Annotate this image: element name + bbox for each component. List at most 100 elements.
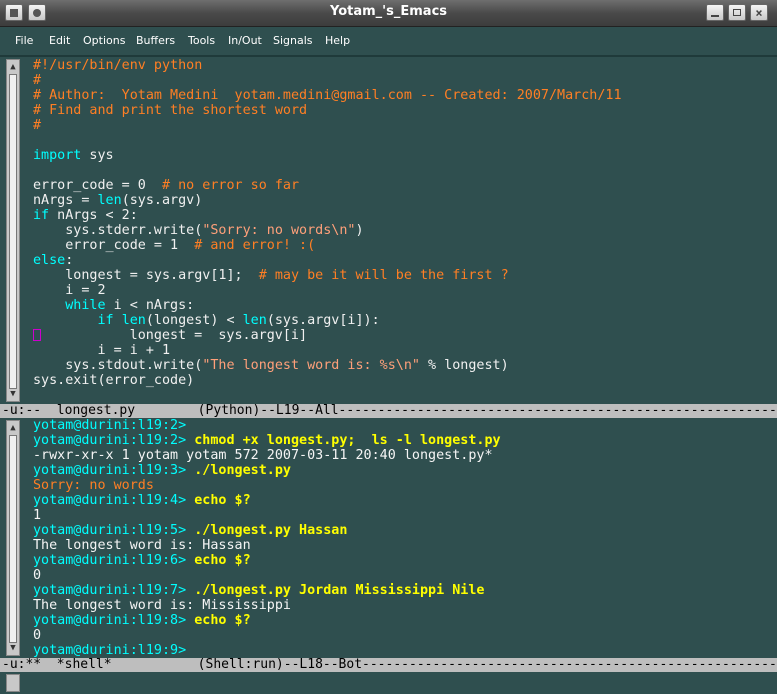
text-segment: sys.stderr.write( xyxy=(33,223,203,238)
text-segment: "Sorry: no words\n" xyxy=(202,223,356,238)
text-segment: chmod +x longest.py; ls -l longest.py xyxy=(186,433,501,448)
text-segment: The longest word is: Mississippi xyxy=(33,598,291,613)
shell-line: 1 xyxy=(33,508,501,523)
maximize-icon xyxy=(733,9,741,16)
shell-line: yotam@durini:l19:3> ./longest.py xyxy=(33,463,501,478)
scroll-up-icon[interactable]: ▲ xyxy=(8,423,18,433)
text-segment xyxy=(33,298,65,313)
code-line: i = 2 xyxy=(33,283,622,298)
shell-line: The longest word is: Hassan xyxy=(33,538,501,553)
shell-line: yotam@durini:l19:7> ./longest.py Jordan … xyxy=(33,583,501,598)
text-segment: len xyxy=(97,193,122,208)
code-editor[interactable]: #!/usr/bin/env python # # Author: Yotam Me… xyxy=(33,58,622,388)
menu-item-options[interactable]: Options xyxy=(83,34,125,47)
text-segment: #!/usr/bin/env python xyxy=(33,58,203,73)
minibuffer[interactable] xyxy=(0,672,777,694)
code-line: sys.exit(error_code) xyxy=(33,373,622,388)
text-segment: yotam@durini:l19:2> xyxy=(33,418,187,433)
text-segment: i = 2 xyxy=(33,283,106,298)
shell-line: yotam@durini:l19:2> xyxy=(33,418,501,433)
close-button[interactable]: × xyxy=(750,4,768,21)
shell-line: yotam@durini:l19:6> echo $? xyxy=(33,553,501,568)
window-title: Yotam_'s_Emacs xyxy=(329,4,448,19)
text-segment: else xyxy=(33,253,66,268)
text-segment: The longest word is: Hassan xyxy=(33,538,251,553)
modeline-top-text: -u:-- longest.py (Python)--L19--All-----… xyxy=(2,404,777,418)
text-segment: # Author: Yotam Medini yotam.medini@gmai… xyxy=(33,88,622,103)
text-segment: # no error so far xyxy=(162,178,300,193)
shell-line: yotam@durini:l19:5> ./longest.py Hassan xyxy=(33,523,501,538)
shell-scrollbar[interactable]: ▲ ▼ xyxy=(6,420,20,656)
shell-scroll-thumb[interactable] xyxy=(9,435,17,643)
code-line: else: xyxy=(33,253,622,268)
code-line: sys.stderr.write("Sorry: no words\n") xyxy=(33,223,622,238)
text-segment: nArgs = xyxy=(33,193,98,208)
editor-scroll-thumb[interactable] xyxy=(9,74,17,389)
modeline-bottom-text: -u:** *shell* (Shell:run)--L18--Bot-----… xyxy=(2,658,777,672)
emacs-window: Yotam_'s_Emacs × File Edit Options Buffers T… xyxy=(0,0,777,694)
text-segment: yotam@durini:l19:6> xyxy=(33,553,187,568)
text-segment: error_code = 0 xyxy=(33,178,162,193)
code-line: import sys xyxy=(33,148,622,163)
title-bar: Yotam_'s_Emacs × xyxy=(0,0,777,27)
text-segment: # xyxy=(33,73,42,88)
text-segment: # may be it will be the first ? xyxy=(258,268,509,283)
menu-item-signals[interactable]: Signals xyxy=(273,34,313,47)
maximize-button[interactable] xyxy=(728,4,746,21)
shell-output[interactable]: yotam@durini:l19:2> yotam@durini:l19:2> c… xyxy=(33,418,501,658)
text-segment: if xyxy=(97,313,114,328)
shell-line: yotam@durini:l19:4> echo $? xyxy=(33,493,501,508)
text-segment: i < nArgs: xyxy=(105,298,195,313)
code-line: i = i + 1 xyxy=(33,343,622,358)
code-line: if nArgs < 2: xyxy=(33,208,622,223)
code-line: # Find and print the shortest word xyxy=(33,103,622,118)
minibuffer-scroll-stub xyxy=(6,674,20,692)
code-line: longest = sys.argv[i] xyxy=(33,328,622,343)
text-segment: "The longest word is: %s\n" xyxy=(202,358,420,373)
text-segment: longest = sys.argv[i] xyxy=(41,328,308,343)
text-segment: sys.stdout.write( xyxy=(33,358,203,373)
menu-item-tools[interactable]: Tools xyxy=(188,34,215,47)
text-segment: yotam@durini:l19:9> xyxy=(33,643,187,658)
text-segment: # xyxy=(33,118,42,133)
text-segment: if xyxy=(33,208,50,223)
menu-item-help[interactable]: Help xyxy=(325,34,350,47)
shell-line: The longest word is: Mississippi xyxy=(33,598,501,613)
shell-line: yotam@durini:l19:2> chmod +x longest.py;… xyxy=(33,433,501,448)
code-line: longest = sys.argv[1]; # may be it will … xyxy=(33,268,622,283)
code-line: error_code = 0 # no error so far xyxy=(33,178,622,193)
text-segment xyxy=(33,313,98,328)
text-segment: nArgs < 2: xyxy=(49,208,138,223)
modeline-bottom: -u:** *shell* (Shell:run)--L18--Bot-----… xyxy=(0,658,777,672)
text-segment: i = i + 1 xyxy=(33,343,171,358)
text-segment xyxy=(114,313,122,328)
text-segment: error_code = 1 xyxy=(33,238,195,253)
code-line: #!/usr/bin/env python xyxy=(33,58,622,73)
minimize-button[interactable] xyxy=(706,4,724,21)
text-segment: Sorry: no words xyxy=(33,478,154,493)
minimize-icon xyxy=(711,14,719,17)
shell-line: 0 xyxy=(33,568,501,583)
code-line: # xyxy=(33,73,622,88)
shell-pane[interactable]: ▲ ▼ yotam@durini:l19:2> yotam@durini:l19:… xyxy=(0,418,777,658)
text-segment: -rwxr-xr-x 1 yotam yotam 572 2007-03-11 … xyxy=(33,448,493,463)
text-segment: yotam@durini:l19:3> xyxy=(33,463,187,478)
text-segment: yotam@durini:l19:4> xyxy=(33,493,187,508)
text-segment: sys xyxy=(81,148,114,163)
scroll-down-icon[interactable]: ▼ xyxy=(8,389,18,399)
code-line: nArgs = len(sys.argv) xyxy=(33,193,622,208)
text-segment: yotam@durini:l19:2> xyxy=(33,433,187,448)
menu-item-in-out[interactable]: In/Out xyxy=(228,34,262,47)
scroll-up-icon[interactable]: ▲ xyxy=(8,62,18,72)
text-segment: longest = sys.argv[1]; xyxy=(33,268,259,283)
code-line: # xyxy=(33,118,622,133)
menu-item-edit[interactable]: Edit xyxy=(49,34,70,47)
menu-item-file[interactable]: File xyxy=(15,34,33,47)
text-segment: import xyxy=(33,148,82,163)
text-segment: % longest) xyxy=(419,358,509,373)
editor-pane[interactable]: ▲ ▼ #!/usr/bin/env python # # Author: Yota… xyxy=(0,57,777,404)
menu-item-buffers[interactable]: Buffers xyxy=(136,34,175,47)
scroll-down-icon[interactable]: ▼ xyxy=(8,643,18,653)
text-segment: : xyxy=(65,253,74,268)
editor-scrollbar[interactable]: ▲ ▼ xyxy=(6,59,20,402)
